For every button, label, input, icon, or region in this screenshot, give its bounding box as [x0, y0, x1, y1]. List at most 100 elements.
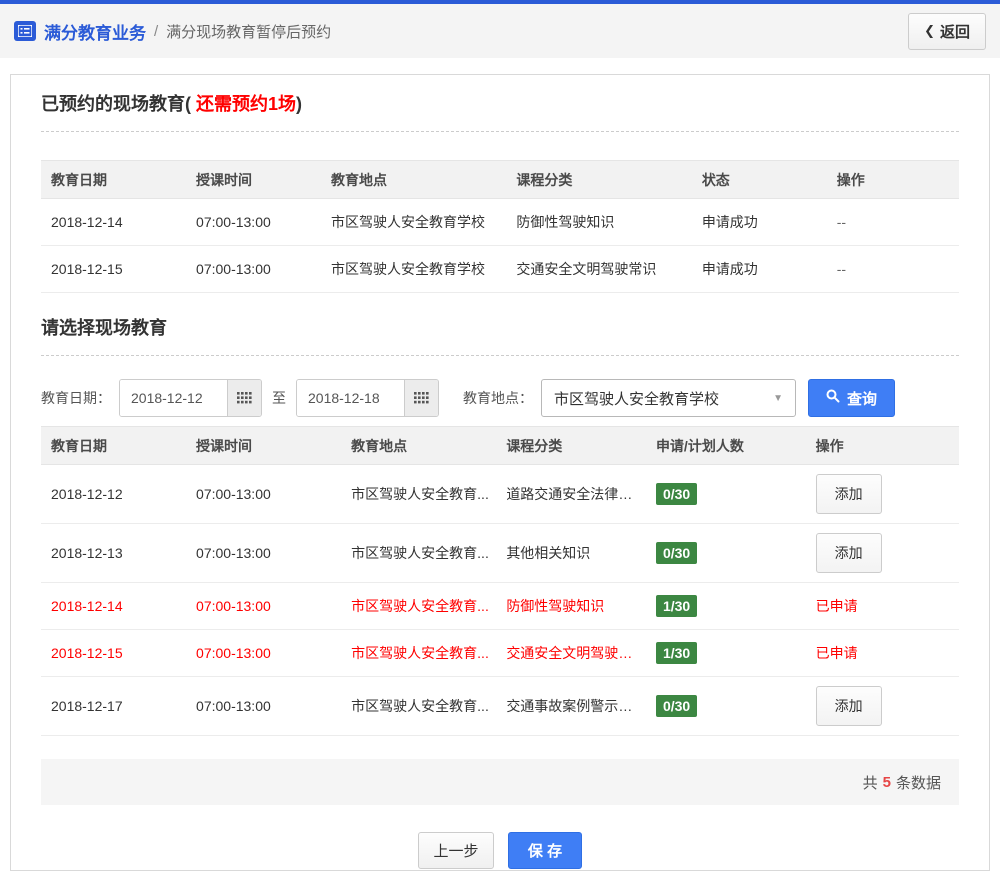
save-button[interactable]: 保 存: [508, 832, 582, 869]
date-to-input[interactable]: [297, 380, 404, 416]
chevron-down-icon: ▼: [773, 392, 783, 404]
cell-place: 市区驾驶人安全教育学校: [320, 198, 507, 246]
cell-place: 市区驾驶人安全教育...: [341, 629, 497, 677]
cell-date: 2018-12-14: [41, 198, 187, 246]
schedule-row: 2018-12-12 07:00-13:00 市区驾驶人安全教育... 道路交通…: [41, 464, 959, 524]
previous-step-button[interactable]: 上一步: [418, 832, 494, 869]
cell-date: 2018-12-15: [41, 245, 187, 293]
booked-section-title: 已预约的现场教育( 还需预约1场): [41, 91, 959, 132]
schedule-table: 教育日期 授课时间 教育地点 课程分类 申请/计划人数 操作 2018-12-1…: [41, 426, 959, 736]
col-op: 操作: [805, 426, 959, 465]
count-badge: 1/30: [655, 642, 698, 664]
page: 满分教育业务 / 满分现场教育暂停后预约 ❮ 返回 已预约的现场教育( 还需预约…: [0, 0, 1000, 871]
total-count: 5: [882, 773, 891, 791]
cell-date: 2018-12-13: [41, 523, 187, 583]
calendar-icon[interactable]: [227, 380, 261, 416]
cell-time: 07:00-13:00: [186, 198, 321, 246]
cell-time: 07:00-13:00: [186, 464, 342, 524]
schedule-row: 2018-12-13 07:00-13:00 市区驾驶人安全教育... 其他相关…: [41, 523, 959, 583]
cell-status: 申请成功: [691, 245, 827, 293]
breadcrumb-separator: /: [154, 22, 159, 40]
col-status: 状态: [691, 160, 827, 199]
cell-date: 2018-12-15: [41, 629, 187, 677]
place-select[interactable]: 市区驾驶人安全教育学校 ▼: [541, 379, 796, 417]
cell-place: 市区驾驶人安全教育...: [341, 676, 497, 736]
main-panel: 已预约的现场教育( 还需预约1场) 教育日期 授课时间 教育地点 课程分类 状态…: [10, 74, 990, 871]
date-to-group: [296, 379, 439, 417]
cell-time: 07:00-13:00: [186, 629, 342, 677]
schedule-row-applied: 2018-12-15 07:00-13:00 市区驾驶人安全教育... 交通安全…: [41, 629, 959, 677]
cell-place: 市区驾驶人安全教育学校: [320, 245, 507, 293]
col-op: 操作: [826, 160, 959, 199]
cell-course: 交通安全文明驾驶常识: [496, 629, 646, 677]
count-badge: 0/30: [655, 483, 698, 505]
back-arrow-icon: ❮: [924, 23, 935, 38]
count-badge: 1/30: [655, 595, 698, 617]
search-button[interactable]: 查询: [808, 379, 896, 417]
cell-course: 道路交通安全法律法规: [496, 464, 646, 524]
count-badge: 0/30: [655, 695, 698, 717]
total-prefix: 共: [862, 774, 878, 792]
place-filter-label: 教育地点：: [463, 390, 533, 406]
place-select-value: 市区驾驶人安全教育学校: [554, 390, 720, 408]
cell-date: 2018-12-17: [41, 676, 187, 736]
cell-date: 2018-12-12: [41, 464, 187, 524]
cell-time: 07:00-13:00: [186, 245, 321, 293]
add-button[interactable]: 添加: [815, 686, 882, 726]
search-label: 查询: [847, 390, 878, 408]
booked-title-text: 已预约的现场教育(: [41, 94, 196, 114]
col-place: 教育地点: [341, 426, 497, 465]
cell-course: 防御性驾驶知识: [496, 582, 646, 630]
cell-date: 2018-12-14: [41, 582, 187, 630]
cell-op: --: [826, 245, 959, 293]
breadcrumb-current: 满分现场教育暂停后预约: [166, 23, 332, 41]
col-time: 授课时间: [186, 426, 342, 465]
total-suffix: 条数据: [895, 774, 941, 792]
add-button[interactable]: 添加: [815, 474, 882, 514]
booked-title-highlight: 还需预约1场: [196, 94, 297, 114]
col-place: 教育地点: [320, 160, 507, 199]
cell-time: 07:00-13:00: [186, 676, 342, 736]
booked-row: 2018-12-15 07:00-13:00 市区驾驶人安全教育学校 交通安全文…: [41, 245, 959, 293]
breadcrumb-root[interactable]: 满分教育业务: [44, 19, 146, 44]
calendar-icon[interactable]: [404, 380, 438, 416]
schedule-header-row: 教育日期 授课时间 教育地点 课程分类 申请/计划人数 操作: [41, 426, 959, 465]
cell-course: 防御性驾驶知识: [506, 198, 692, 246]
select-section-title: 请选择现场教育: [41, 315, 959, 356]
cell-place: 市区驾驶人安全教育...: [341, 464, 497, 524]
menu-list-icon: [14, 21, 36, 41]
booked-row: 2018-12-14 07:00-13:00 市区驾驶人安全教育学校 防御性驾驶…: [41, 198, 959, 246]
breadcrumb-bar: 满分教育业务 / 满分现场教育暂停后预约 ❮ 返回: [0, 4, 1000, 58]
cell-course: 交通安全文明驾驶常识: [506, 245, 692, 293]
filter-bar: 教育日期： 至: [41, 378, 959, 418]
cell-time: 07:00-13:00: [186, 523, 342, 583]
add-button[interactable]: 添加: [815, 533, 882, 573]
cell-status: 申请成功: [691, 198, 827, 246]
schedule-row-applied: 2018-12-14 07:00-13:00 市区驾驶人安全教育... 防御性驾…: [41, 582, 959, 630]
col-count: 申请/计划人数: [645, 426, 806, 465]
booked-header-row: 教育日期 授课时间 教育地点 课程分类 状态 操作: [41, 160, 959, 199]
table-footer: 共 5 条数据: [41, 759, 959, 805]
search-icon: [826, 389, 840, 407]
cell-course: 其他相关知识: [496, 523, 646, 583]
date-from-group: [119, 379, 262, 417]
to-label: 至: [272, 390, 286, 406]
booked-table: 教育日期 授课时间 教育地点 课程分类 状态 操作 2018-12-14 07:…: [41, 160, 959, 293]
bottom-actions: 上一步 保 存: [41, 832, 959, 869]
date-filter-label: 教育日期：: [41, 390, 111, 406]
col-course: 课程分类: [506, 160, 692, 199]
col-course: 课程分类: [496, 426, 646, 465]
booked-title-close: ): [296, 94, 303, 114]
cell-op: --: [826, 198, 959, 246]
col-time: 授课时间: [186, 160, 321, 199]
applied-label: 已申请: [815, 645, 858, 661]
schedule-row: 2018-12-17 07:00-13:00 市区驾驶人安全教育... 交通事故…: [41, 676, 959, 736]
cell-time: 07:00-13:00: [186, 582, 342, 630]
cell-place: 市区驾驶人安全教育...: [341, 523, 497, 583]
back-button[interactable]: ❮ 返回: [908, 12, 986, 50]
back-label: 返回: [939, 23, 970, 41]
applied-label: 已申请: [815, 598, 858, 614]
cell-course: 交通事故案例警示教育: [496, 676, 646, 736]
date-from-input[interactable]: [120, 380, 227, 416]
count-badge: 0/30: [655, 542, 698, 564]
